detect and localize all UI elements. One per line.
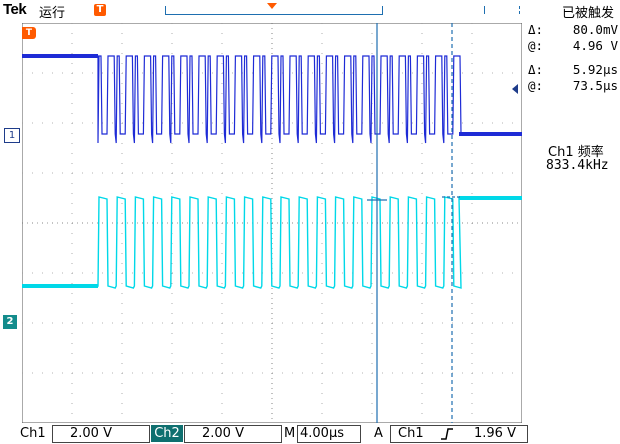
volt-delta-value: 80.0mV xyxy=(572,22,618,37)
ch1-ground-marker[interactable]: 1 xyxy=(4,128,20,143)
ch2-ground-marker[interactable]: 2 xyxy=(3,315,17,329)
ch1-label[interactable]: Ch1 xyxy=(20,426,46,441)
trigger-level-marker[interactable]: T xyxy=(22,27,36,39)
volt-delta-symbol: Δ: xyxy=(528,22,544,37)
top-status-bar: Tek 运行 T 已被触发 xyxy=(0,0,620,21)
volt-at-value: 4.96 V xyxy=(572,38,618,53)
record-trigger-icon xyxy=(267,3,277,9)
bottom-status-bar: Ch1 2.00 V Ch2 2.00 V M 4.00µs A Ch1 1.9… xyxy=(0,424,620,444)
time-delta-symbol: Δ: xyxy=(528,62,544,77)
timebase-value: 4.00µs xyxy=(300,426,344,441)
rising-edge-icon xyxy=(441,428,453,440)
trigger-source: Ch1 xyxy=(398,426,424,441)
trigger-level: 1.96 V xyxy=(474,426,516,441)
time-delta-value: 5.92μs xyxy=(572,62,618,77)
trigger-mode: A xyxy=(374,426,383,441)
measurement-value: 833.4kHz xyxy=(546,158,609,173)
trigger-state: 已被触发 xyxy=(561,6,614,21)
cursor-arrow-icon xyxy=(512,84,518,94)
run-state[interactable]: 运行 xyxy=(39,2,65,21)
ch1-scale: 2.00 V xyxy=(70,426,112,441)
time-at-symbol: @: xyxy=(528,78,544,93)
brand-logo: Tek xyxy=(3,1,27,18)
time-at-value: 73.5μs xyxy=(572,78,618,93)
timebase-label: M xyxy=(284,426,296,441)
ch2-scale: 2.00 V xyxy=(202,426,244,441)
ch2-label[interactable]: Ch2 xyxy=(151,425,183,442)
volt-at-symbol: @: xyxy=(528,38,544,53)
waveform-display[interactable] xyxy=(22,23,522,423)
record-view-window xyxy=(484,6,520,14)
trigger-position-marker: T xyxy=(94,4,106,16)
